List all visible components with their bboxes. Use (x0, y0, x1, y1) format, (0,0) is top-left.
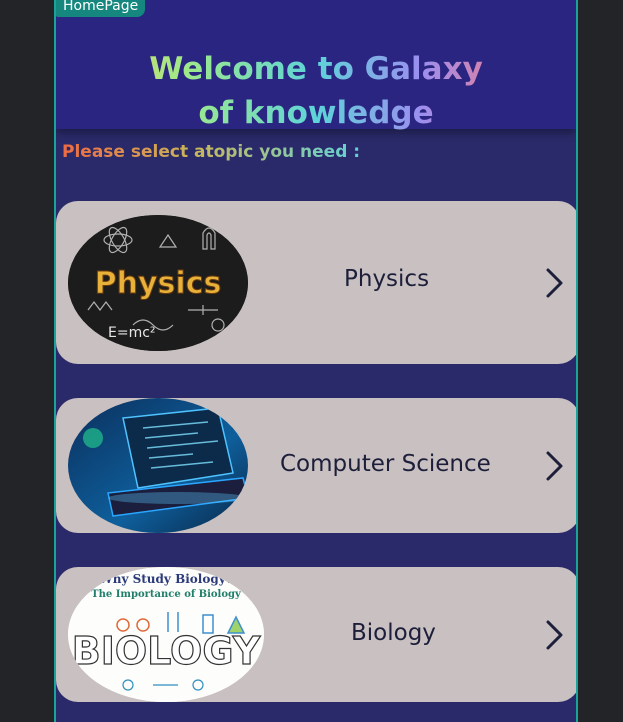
computer-science-image (68, 398, 248, 533)
topic-label-computer-science: Computer Science (280, 451, 491, 477)
physics-image: Physics E=mc² (68, 215, 248, 351)
biology-image-title: Why Study Biology? (98, 572, 233, 586)
topic-card-computer-science[interactable]: Computer Science (56, 398, 576, 533)
homepage-badge[interactable]: HomePage (56, 0, 146, 17)
physics-image-title: Physics (95, 266, 222, 301)
app-screen: HomePage Welcome to Galaxy of knowledge … (54, 0, 578, 722)
title-line-1: Welcome to Galaxy (149, 51, 483, 87)
chevron-right-icon[interactable] (542, 267, 566, 299)
biology-image: Why Study Biology? The Importance of Bio… (68, 567, 264, 702)
page-title: Welcome to Galaxy of knowledge (56, 47, 576, 135)
topic-label-physics: Physics (344, 266, 430, 292)
chevron-right-icon[interactable] (542, 450, 566, 482)
title-line-2: of knowledge (198, 95, 434, 131)
physics-image-formula: E=mc² (108, 325, 156, 341)
biology-image-subtitle: The Importance of Biology (91, 589, 242, 600)
topic-label-biology: Biology (351, 620, 436, 646)
header: HomePage Welcome to Galaxy of knowledge (56, 0, 576, 129)
topic-card-biology[interactable]: Why Study Biology? The Importance of Bio… (56, 567, 576, 702)
select-topic-prompt: Please select atopic you need : (62, 142, 361, 162)
biology-image-word: BIOLOGY (72, 629, 261, 673)
topic-card-physics[interactable]: Physics E=mc² Physics (56, 201, 576, 364)
chevron-right-icon[interactable] (542, 619, 566, 651)
